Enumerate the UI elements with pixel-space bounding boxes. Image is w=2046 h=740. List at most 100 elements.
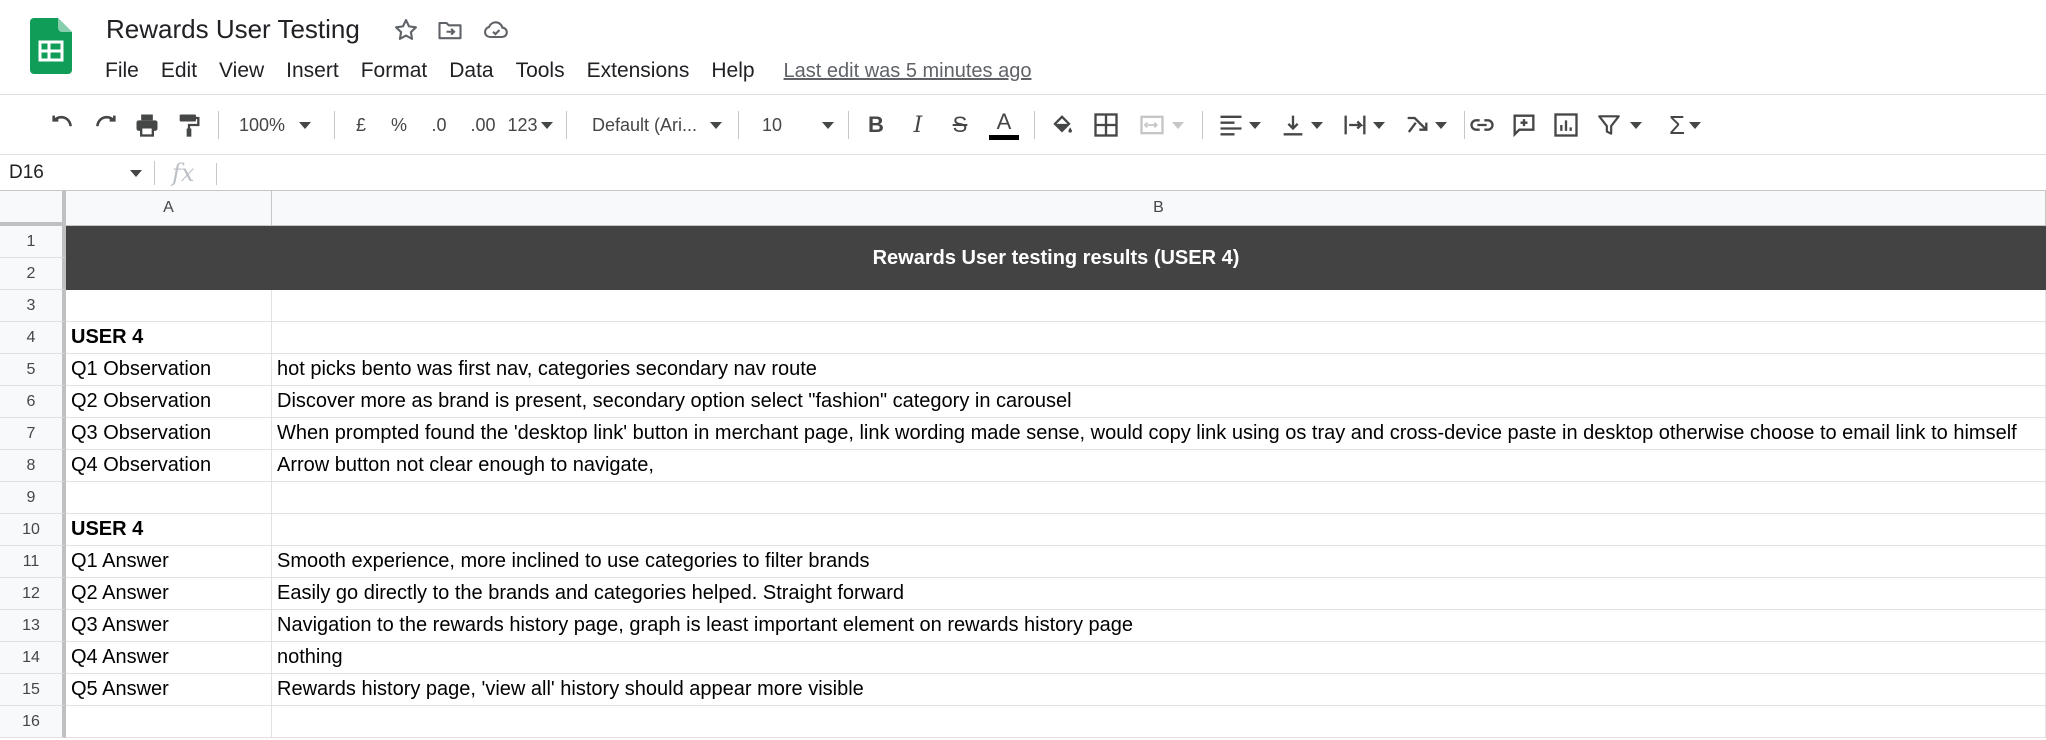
cell-b[interactable] — [272, 514, 2046, 546]
cell-b[interactable]: Smooth experience, more inclined to use … — [272, 546, 2046, 578]
name-box[interactable]: D16 — [0, 155, 148, 191]
menu-extensions[interactable]: Extensions — [576, 57, 701, 85]
menu-view[interactable]: View — [208, 57, 275, 85]
menu-tools[interactable]: Tools — [505, 57, 576, 85]
cell-a[interactable]: Q1 Observation — [66, 354, 272, 386]
currency-button[interactable]: £ — [344, 107, 378, 143]
more-formats-button[interactable]: 123 — [506, 107, 554, 143]
insert-chart-icon[interactable] — [1548, 107, 1584, 143]
cell-a[interactable]: Q2 Answer — [66, 578, 272, 610]
horizontal-align-icon[interactable] — [1212, 107, 1266, 143]
undo-icon[interactable] — [46, 107, 80, 143]
font-family-select[interactable]: Default (Ari... — [576, 107, 728, 143]
cell-b[interactable]: hot picks bento was first nav, categorie… — [272, 354, 2046, 386]
cell-b[interactable] — [272, 290, 2046, 322]
move-to-folder-icon[interactable] — [436, 16, 464, 44]
cell-b[interactable] — [272, 482, 2046, 514]
decrease-decimal-button[interactable]: .0 — [420, 107, 458, 143]
toolbar-divider — [218, 111, 219, 139]
toolbar-divider — [738, 111, 739, 139]
column-header-a[interactable]: A — [66, 190, 272, 226]
row-header[interactable]: 5 — [0, 354, 66, 386]
cell-a[interactable]: Q1 Answer — [66, 546, 272, 578]
font-size-select[interactable]: 10 — [748, 107, 838, 143]
chevron-down-icon[interactable] — [130, 170, 142, 177]
row-header[interactable]: 9 — [0, 482, 66, 514]
row-header[interactable]: 10 — [0, 514, 66, 546]
row-header[interactable]: 11 — [0, 546, 66, 578]
menu-insert[interactable]: Insert — [275, 57, 350, 85]
strikethrough-button[interactable]: S — [942, 107, 978, 143]
functions-icon[interactable]: Σ — [1660, 107, 1710, 143]
formula-input[interactable] — [216, 163, 2016, 185]
cell-a[interactable]: Q5 Answer — [66, 674, 272, 706]
chevron-down-icon — [540, 121, 553, 129]
cell-b[interactable]: When prompted found the 'desktop link' b… — [272, 418, 2046, 450]
cell-a[interactable]: Q2 Observation — [66, 386, 272, 418]
cell-a[interactable] — [66, 482, 272, 514]
cell-a[interactable]: Q4 Observation — [66, 450, 272, 482]
menu-file[interactable]: File — [94, 57, 150, 85]
cell-b[interactable]: Discover more as brand is present, secon… — [272, 386, 2046, 418]
cell-b[interactable]: Navigation to the rewards history page, … — [272, 610, 2046, 642]
row-header[interactable]: 2 — [0, 258, 66, 290]
chevron-down-icon — [710, 121, 722, 129]
cell-b[interactable]: Rewards history page, 'view all' history… — [272, 674, 2046, 706]
text-color-swatch — [989, 134, 1019, 140]
cell-a[interactable]: Q3 Answer — [66, 610, 272, 642]
insert-link-icon[interactable] — [1464, 107, 1500, 143]
cloud-saved-icon[interactable] — [482, 16, 510, 44]
text-color-button[interactable]: A — [986, 107, 1022, 143]
merge-cells-icon[interactable] — [1132, 107, 1190, 143]
select-all-corner[interactable] — [0, 190, 66, 226]
row-header[interactable]: 7 — [0, 418, 66, 450]
menu-data[interactable]: Data — [438, 57, 504, 85]
cell-b[interactable]: Easily go directly to the brands and cat… — [272, 578, 2046, 610]
menu-format[interactable]: Format — [350, 57, 439, 85]
text-wrapping-icon[interactable] — [1336, 107, 1390, 143]
row-header[interactable]: 3 — [0, 290, 66, 322]
row-header[interactable]: 15 — [0, 674, 66, 706]
italic-button[interactable]: I — [900, 107, 936, 143]
filter-icon[interactable] — [1590, 107, 1648, 143]
sheet-banner-title[interactable]: Rewards User testing results (USER 4) — [66, 226, 2046, 290]
zoom-select[interactable]: 100% — [228, 107, 322, 143]
bold-button[interactable]: B — [858, 107, 894, 143]
insert-comment-icon[interactable] — [1506, 107, 1542, 143]
column-header-b[interactable]: B — [272, 190, 2046, 226]
fill-color-icon[interactable] — [1044, 107, 1080, 143]
row-header[interactable]: 8 — [0, 450, 66, 482]
redo-icon[interactable] — [88, 107, 122, 143]
chevron-down-icon — [1689, 121, 1702, 129]
cell-a[interactable]: Q4 Answer — [66, 642, 272, 674]
last-edit-link[interactable]: Last edit was 5 minutes ago — [784, 60, 1032, 83]
increase-decimal-button[interactable]: .00 — [462, 107, 504, 143]
cell-a[interactable]: USER 4 — [66, 322, 272, 354]
cell-a[interactable] — [66, 290, 272, 322]
cell-b[interactable]: nothing — [272, 642, 2046, 674]
print-icon[interactable] — [130, 107, 164, 143]
row-header[interactable]: 6 — [0, 386, 66, 418]
vertical-align-icon[interactable] — [1274, 107, 1328, 143]
percent-button[interactable]: % — [382, 107, 416, 143]
row-header[interactable]: 14 — [0, 642, 66, 674]
cell-b[interactable]: Arrow button not clear enough to navigat… — [272, 450, 2046, 482]
cell-a[interactable] — [66, 706, 272, 738]
row-header[interactable]: 12 — [0, 578, 66, 610]
cell-b[interactable] — [272, 322, 2046, 354]
row-header[interactable]: 1 — [0, 226, 66, 258]
cell-a[interactable]: USER 4 — [66, 514, 272, 546]
cell-b[interactable] — [272, 706, 2046, 738]
borders-icon[interactable] — [1088, 107, 1124, 143]
document-title[interactable]: Rewards User Testing — [106, 14, 360, 45]
menu-help[interactable]: Help — [700, 57, 765, 85]
sheets-logo-icon[interactable] — [30, 18, 72, 74]
text-rotation-icon[interactable] — [1398, 107, 1452, 143]
row-header[interactable]: 16 — [0, 706, 66, 738]
paint-format-icon[interactable] — [172, 107, 206, 143]
row-header[interactable]: 4 — [0, 322, 66, 354]
cell-a[interactable]: Q3 Observation — [66, 418, 272, 450]
star-icon[interactable] — [392, 16, 420, 44]
row-header[interactable]: 13 — [0, 610, 66, 642]
menu-edit[interactable]: Edit — [150, 57, 208, 85]
